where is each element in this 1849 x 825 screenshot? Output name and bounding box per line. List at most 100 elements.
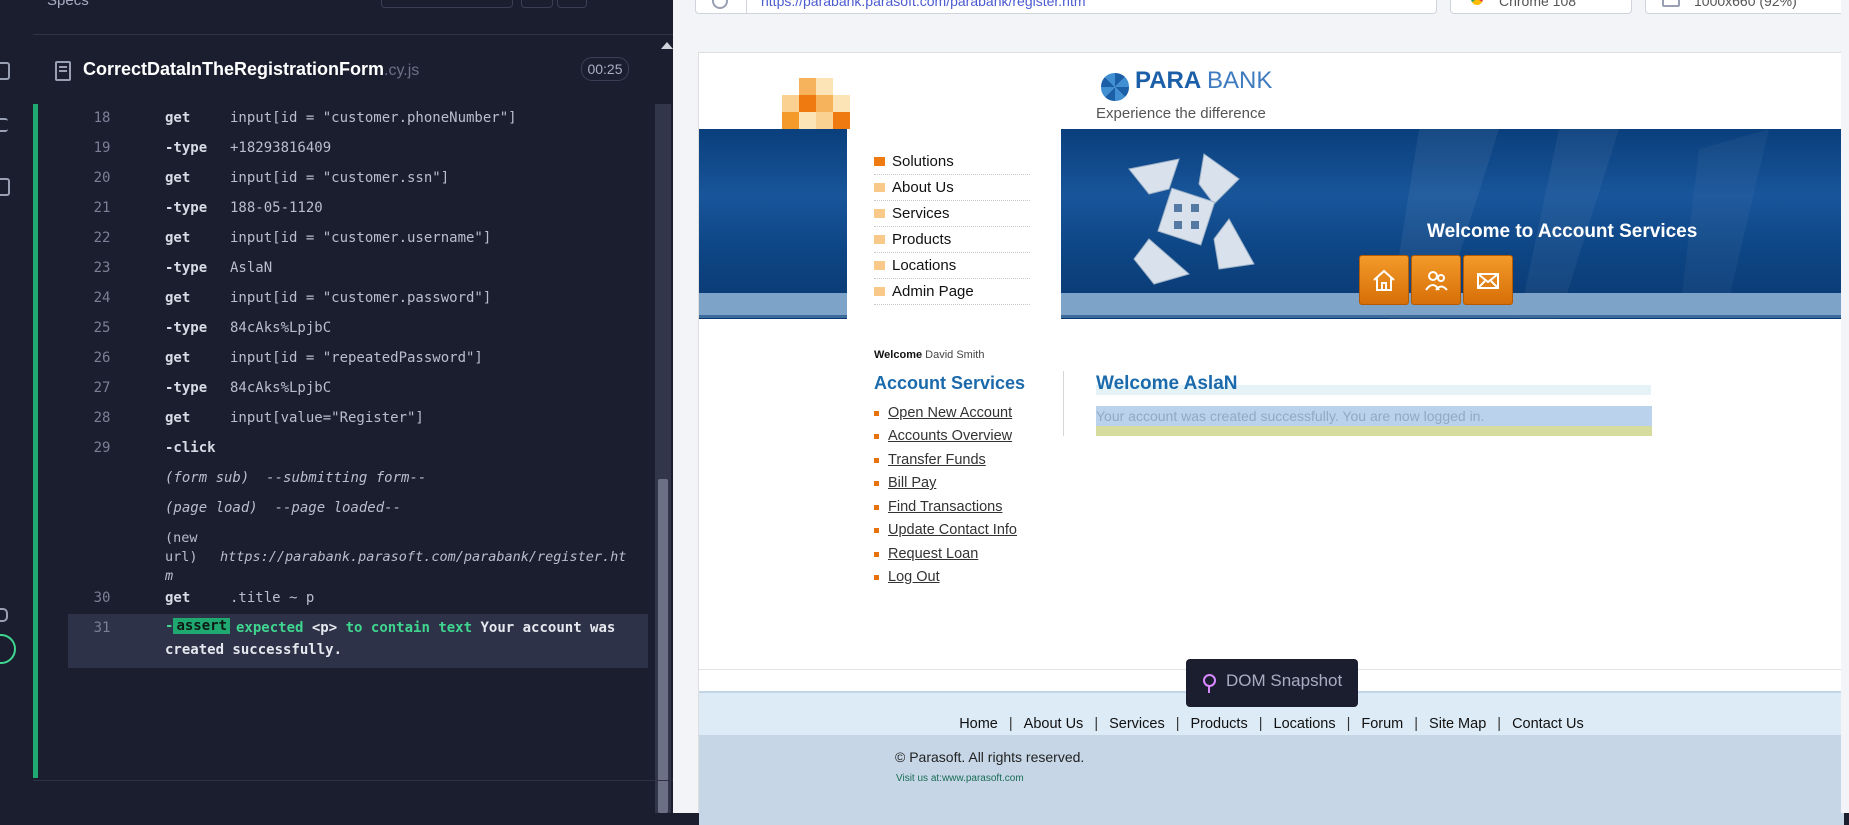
footer-link-home[interactable]: Home [959,716,998,732]
footer-link-about-us[interactable]: About Us [1024,716,1084,732]
menu-label: Locations [892,257,957,274]
footer-link-contact-us[interactable]: Contact Us [1512,716,1584,732]
log-message: --page loaded-- [274,500,402,516]
command-row[interactable]: 21 -type 188-05-1120 [68,194,648,224]
command-name: -type [165,380,208,396]
command-row[interactable]: 25 -type 84cAks%LpjbC [68,314,648,344]
command-row[interactable]: 29 -click [68,434,648,464]
browser-label: Chrome 108 [1499,0,1577,9]
command-number: 24 [93,290,111,306]
command-row[interactable]: 19 -type +18293816409 [68,134,648,164]
link-label: Find Transactions [888,499,1003,515]
menu-item-locations[interactable]: Locations [874,253,1030,279]
dom-snapshot-badge[interactable]: DOM Snapshot [1186,659,1358,707]
viewport-info[interactable]: 1000x660 (92%) [1645,0,1849,14]
command-row[interactable]: 20 get input[id = "customer.ssn"] [68,164,648,194]
command-number: 21 [93,200,111,216]
new-url-prefix-1: (new [165,530,198,546]
copyright: © Parasoft. All rights reserved. [895,749,1085,765]
command-number: 28 [93,410,111,426]
success-message: Your account was created successfully. Y… [1096,408,1485,424]
assert-badge: assert [173,618,231,634]
home-button[interactable] [1359,255,1409,305]
dom-snapshot-label: DOM Snapshot [1226,671,1343,690]
command-row[interactable]: 18 get input[id = "customer.phoneNumber"… [68,104,648,134]
command-row[interactable]: 28 get input[value="Register"] [68,404,648,434]
parabank-logo[interactable]: PARA BANK [1135,67,1272,95]
specs-toolbar: Specs [33,0,673,16]
menu-item-services[interactable]: Services [874,201,1030,227]
specs-icon[interactable] [0,62,10,80]
command-name: -type [165,140,208,156]
footer-link-forum[interactable]: Forum [1361,716,1403,732]
menu-item-about-us[interactable]: About Us [874,175,1030,201]
keyboard-shortcuts-icon[interactable] [0,608,8,622]
tagline: Experience the difference [1096,105,1266,122]
viewport-label: 1000x660 (92%) [1694,0,1797,9]
footer-link-locations[interactable]: Locations [1274,716,1336,732]
footer-link-site-map[interactable]: Site Map [1429,716,1486,732]
footer-bottom [699,735,1844,825]
menu-item-products[interactable]: Products [874,227,1030,253]
runs-icon[interactable] [0,118,8,132]
command-name: get [165,590,191,606]
footer-link-products[interactable]: Products [1190,716,1247,732]
bullet-icon [874,209,885,218]
people-icon [1425,271,1448,291]
parabank-decor-blocks [782,78,852,129]
url-bar[interactable]: https://parabank.parasoft.com/parabank/r… [695,0,1437,14]
new-url-row[interactable]: (new url) https://parabank.parasoft.com/… [68,528,648,584]
menu-item-solutions[interactable]: Solutions [874,149,1030,175]
command-message: 84cAks%LpjbC [230,320,332,336]
log-row[interactable]: (page load) --page loaded-- [68,494,648,524]
command-message: .title ~ p [230,590,315,606]
command-row[interactable]: 30 get .title ~ p [68,584,648,614]
bullet-icon [874,505,879,510]
preview-scrollbar[interactable] [1841,0,1849,813]
command-number: 29 [93,440,111,456]
bullet-icon [874,157,885,166]
about-button[interactable] [1411,255,1461,305]
chrome-icon [1471,0,1483,5]
toggle-button[interactable] [521,0,553,8]
visit-us: Visit us at:www.parasoft.com [896,773,1024,784]
command-number: 30 [93,590,111,606]
link-label: Request Loan [888,546,979,562]
spec-filter-input[interactable] [381,0,513,8]
debug-icon[interactable] [0,178,10,196]
home-icon [1373,269,1395,291]
bullet-icon [874,528,879,533]
scroll-up-arrow-icon[interactable] [661,42,673,49]
header-welcome-text: Welcome to Account Services [1427,221,1698,242]
assert-command-row[interactable]: 31 - assert expected <p> to contain text … [68,614,648,668]
command-row[interactable]: 22 get input[id = "customer.username"] [68,224,648,254]
left-menu: Solutions About Us Services Products Loc… [847,129,1061,369]
command-row[interactable]: 27 -type 84cAks%LpjbC [68,374,648,404]
browser-selector[interactable]: Chrome 108 [1450,0,1632,14]
refresh-button[interactable] [557,0,587,8]
scrollbar-thumb[interactable] [658,479,668,813]
command-number: 27 [93,380,111,396]
assert-name: - assert [165,618,231,634]
spec-title: CorrectDataInTheRegistrationForm.cy.js [83,59,419,80]
command-row[interactable]: 26 get input[id = "repeatedPassword"] [68,344,648,374]
envelope-icon [1477,273,1499,289]
command-row[interactable]: 23 -type AslaN [68,254,648,284]
command-name: get [165,110,191,126]
bullet-icon [874,235,885,244]
command-row[interactable]: 24 get input[id = "customer.password"] [68,284,648,314]
contact-button[interactable] [1463,255,1513,305]
visit-link[interactable]: www.parasoft.com [942,773,1024,784]
link-label: Update Contact Info [888,522,1017,538]
account-services-title: Account Services [874,373,1026,393]
specs-label: Specs [47,0,89,9]
spec-duration-badge: 00:25 [581,57,629,81]
menu-label: Admin Page [892,283,974,300]
footer-link-services[interactable]: Services [1109,716,1165,732]
command-number: 25 [93,320,111,336]
log-row[interactable]: (form sub) --submitting form-- [68,464,648,494]
menu-item-admin-page[interactable]: Admin Page [874,279,1030,305]
visit-label: Visit us at: [896,773,942,784]
success-highlight-margin [1096,426,1652,436]
test-pass-indicator [33,104,38,778]
